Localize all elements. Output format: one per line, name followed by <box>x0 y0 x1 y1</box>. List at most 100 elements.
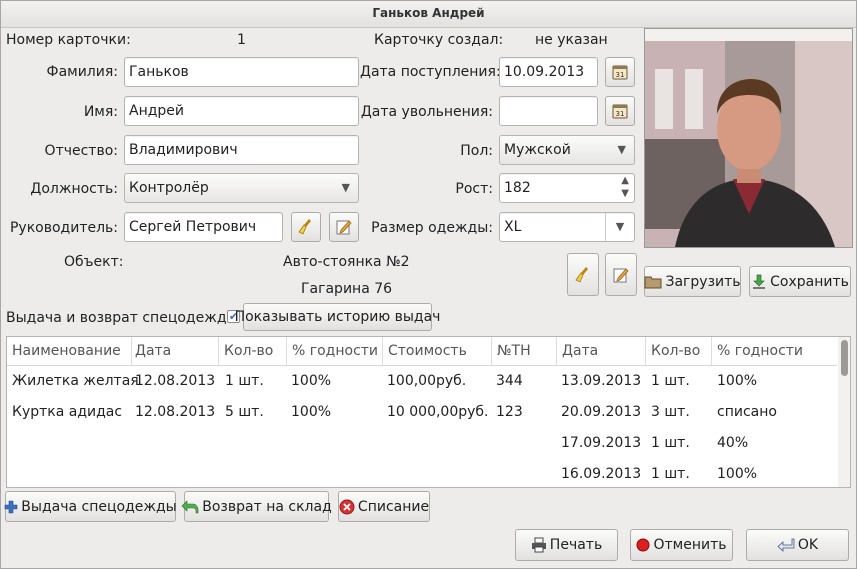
spin-down-icon[interactable]: ▼ <box>621 180 629 202</box>
col-header-name[interactable]: Наименование <box>7 337 132 365</box>
col-header-cost[interactable]: Стоимость <box>383 337 492 365</box>
cell-return-fitness: 100% <box>717 466 758 482</box>
broom-icon <box>575 266 588 283</box>
employee-photo <box>644 28 853 248</box>
writeoff-label: Списание <box>357 498 430 515</box>
col-header-fitness[interactable]: % годности <box>287 337 383 365</box>
edit-icon <box>336 220 352 235</box>
cell-return-qty: 1 шт. <box>651 435 690 451</box>
issue-clothing-button[interactable]: Выдача спецодежды <box>4 491 177 522</box>
cell-cost: 10 000,00руб. <box>387 404 489 420</box>
clothing-size-label: Размер одежды: <box>371 220 493 236</box>
sex-value: Мужской <box>504 142 571 158</box>
cell-tn: 123 <box>496 404 523 420</box>
hire-date-calendar-button[interactable]: 31 <box>605 57 635 87</box>
col-header-date[interactable]: Дата <box>130 337 219 365</box>
stop-icon <box>636 538 650 552</box>
cell-date: 12.08.2013 <box>135 404 216 420</box>
patronymic-label: Отчество: <box>44 143 118 159</box>
enter-arrow-icon <box>777 538 795 552</box>
cancel-button[interactable]: Отменить <box>630 529 733 561</box>
cell-name: Жилетка желтая <box>12 373 139 389</box>
ok-button[interactable]: OK <box>746 529 849 561</box>
name-label: Имя: <box>83 104 118 120</box>
load-photo-label: Загрузить <box>665 273 741 290</box>
manager-label: Руководитель: <box>9 220 118 236</box>
cell-return-qty: 3 шт. <box>651 404 690 420</box>
fire-date-label: Дата увольнения: <box>360 104 493 120</box>
printer-icon <box>531 537 546 553</box>
broom-icon <box>298 219 311 235</box>
cell-return-date: 16.09.2013 <box>561 466 642 482</box>
surname-input[interactable]: Ганьков <box>124 57 359 87</box>
cell-qty: 1 шт. <box>225 373 264 389</box>
name-input[interactable]: Андрей <box>124 96 359 126</box>
clear-object-button[interactable] <box>567 253 599 296</box>
col-header-return-fitness[interactable]: % годности <box>712 337 837 365</box>
ok-label: OK <box>797 537 819 553</box>
return-to-stock-label: Возврат на склад <box>202 498 332 515</box>
window-title: Ганьков Андрей <box>0 0 857 28</box>
col-header-return-date[interactable]: Дата <box>557 337 646 365</box>
scrollbar-thumb[interactable] <box>841 340 848 376</box>
height-value: 182 <box>504 180 531 196</box>
cell-fitness: 100% <box>291 373 332 389</box>
fire-date-input[interactable] <box>499 96 598 126</box>
print-button[interactable]: Печать <box>515 529 618 561</box>
cell-return-date: 13.09.2013 <box>561 373 642 389</box>
height-label: Рост: <box>455 181 493 197</box>
calendar-icon: 31 <box>612 65 628 80</box>
edit-manager-button[interactable] <box>329 212 359 242</box>
fire-date-calendar-button[interactable]: 31 <box>605 96 635 126</box>
surname-label: Фамилия: <box>46 64 118 80</box>
issue-section-label: Выдача и возврат спецодежды <box>6 310 238 326</box>
manager-input[interactable]: Сергей Петрович <box>124 212 283 242</box>
col-header-qty[interactable]: Кол-во <box>219 337 287 365</box>
show-history-toggle[interactable]: Показывать историю выдач <box>235 303 440 331</box>
cancel-label: Отменить <box>653 537 727 553</box>
edit-object-button[interactable] <box>605 253 637 296</box>
table-scrollbar[interactable] <box>838 337 850 487</box>
clear-manager-button[interactable] <box>291 212 321 242</box>
hire-date-input[interactable]: 10.09.2013 <box>499 57 598 87</box>
svg-text:31: 31 <box>616 71 625 79</box>
clothing-size-combo[interactable]: XL ▼ <box>499 212 635 242</box>
cell-return-fitness: списано <box>717 404 777 420</box>
calendar-icon: 31 <box>612 104 628 119</box>
cancel-circle-icon <box>339 499 355 514</box>
cell-date: 12.08.2013 <box>135 373 216 389</box>
chevron-down-icon[interactable]: ▼ <box>605 213 634 241</box>
chevron-down-icon: ▼ <box>617 143 626 156</box>
save-photo-button[interactable]: Сохранить <box>749 266 851 297</box>
position-value: Контролёр <box>129 180 209 196</box>
col-header-tn[interactable]: №ТН <box>492 337 557 365</box>
object-line1: Авто-стоянка №2 <box>283 254 410 270</box>
issue-table[interactable]: Наименование Дата Кол-во % годности Стои… <box>6 336 851 488</box>
col-header-return-qty[interactable]: Кол-во <box>646 337 712 365</box>
clothing-size-value: XL <box>504 219 522 235</box>
download-icon <box>753 274 766 289</box>
issue-clothing-label: Выдача спецодежды <box>21 498 177 515</box>
return-to-stock-button[interactable]: Возврат на склад <box>181 491 332 522</box>
load-photo-button[interactable]: Загрузить <box>644 266 741 297</box>
cell-fitness: 100% <box>291 404 332 420</box>
height-spinner[interactable]: 182 ▲ ▼ <box>499 173 635 203</box>
writeoff-button[interactable]: Списание <box>338 491 430 522</box>
position-label: Должность: <box>30 181 118 197</box>
cell-return-date: 20.09.2013 <box>561 404 642 420</box>
card-number-value: 1 <box>237 32 246 48</box>
object-label: Объект: <box>64 254 124 270</box>
created-by-label: Карточку создал: <box>374 32 504 48</box>
svg-text:31: 31 <box>616 110 625 118</box>
cell-return-date: 17.09.2013 <box>561 435 642 451</box>
cell-qty: 5 шт. <box>225 404 264 420</box>
plus-icon <box>4 500 18 513</box>
created-by-value: не указан <box>535 32 608 48</box>
sex-select[interactable]: Мужской ▼ <box>499 135 635 165</box>
show-history-label: Показывать историю выдач <box>234 309 441 325</box>
edit-icon <box>613 267 629 282</box>
hire-date-label: Дата поступления: <box>360 64 501 80</box>
position-select[interactable]: Контролёр ▼ <box>124 173 359 203</box>
object-line2: Гагарина 76 <box>301 281 393 297</box>
patronymic-input[interactable]: Владимирович <box>124 135 359 165</box>
